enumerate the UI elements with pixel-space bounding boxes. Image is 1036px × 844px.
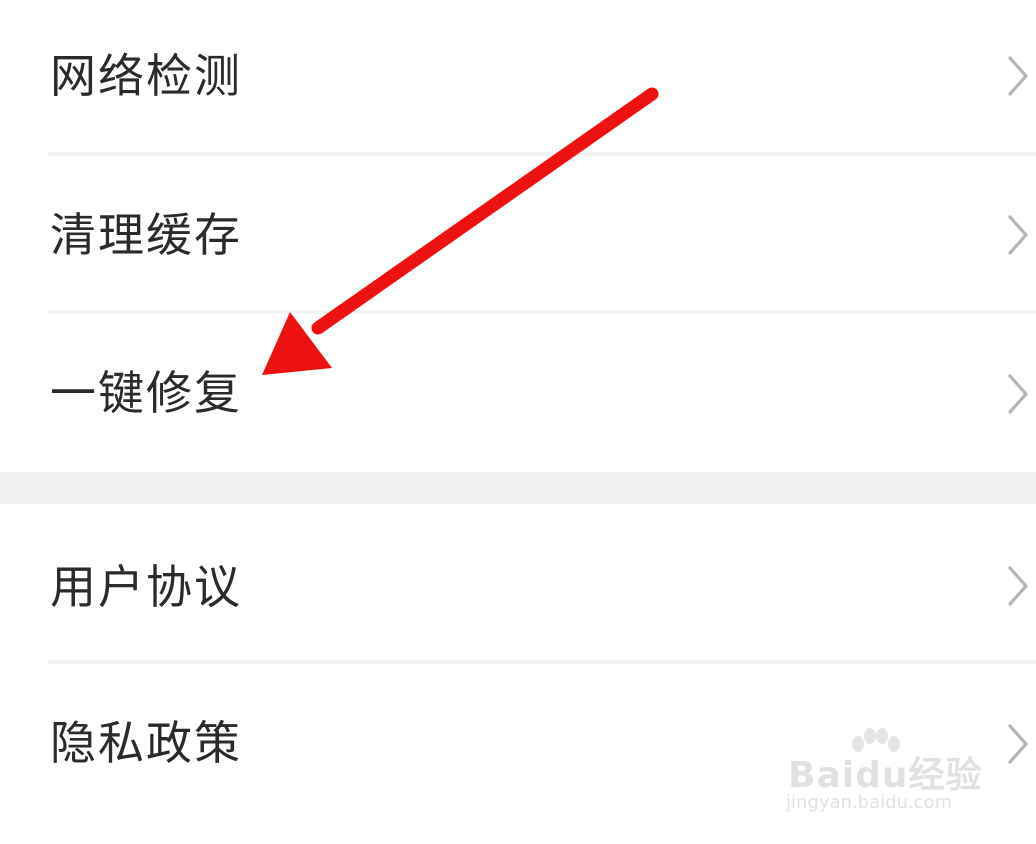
chevron-right-icon xyxy=(1008,374,1028,414)
settings-item-one-click-repair[interactable]: 一键修复 xyxy=(0,314,1036,472)
settings-page: 网络检测 清理缓存 一键修复 用户协议 隐私政策 Baidu经验 jingyan… xyxy=(0,0,1036,844)
settings-item-network-check[interactable]: 网络检测 xyxy=(0,0,1036,152)
settings-item-label: 一键修复 xyxy=(50,366,242,420)
settings-item-label: 隐私政策 xyxy=(50,716,242,770)
watermark-url: jingyan.baidu.com xyxy=(786,792,953,813)
watermark-logo: Baidu经验 xyxy=(788,755,983,796)
settings-item-user-agreement[interactable]: 用户协议 xyxy=(0,504,1036,660)
settings-item-label: 网络检测 xyxy=(50,49,242,103)
baidu-jingyan-watermark: Baidu经验 jingyan.baidu.com xyxy=(784,728,984,828)
chevron-right-icon xyxy=(1008,724,1028,764)
settings-item-clear-cache[interactable]: 清理缓存 xyxy=(0,156,1036,310)
settings-item-label: 清理缓存 xyxy=(50,208,242,262)
section-separator xyxy=(0,472,1036,504)
chevron-right-icon xyxy=(1008,56,1028,96)
chevron-right-icon xyxy=(1008,566,1028,606)
chevron-right-icon xyxy=(1008,215,1028,255)
settings-item-label: 用户协议 xyxy=(50,560,242,614)
